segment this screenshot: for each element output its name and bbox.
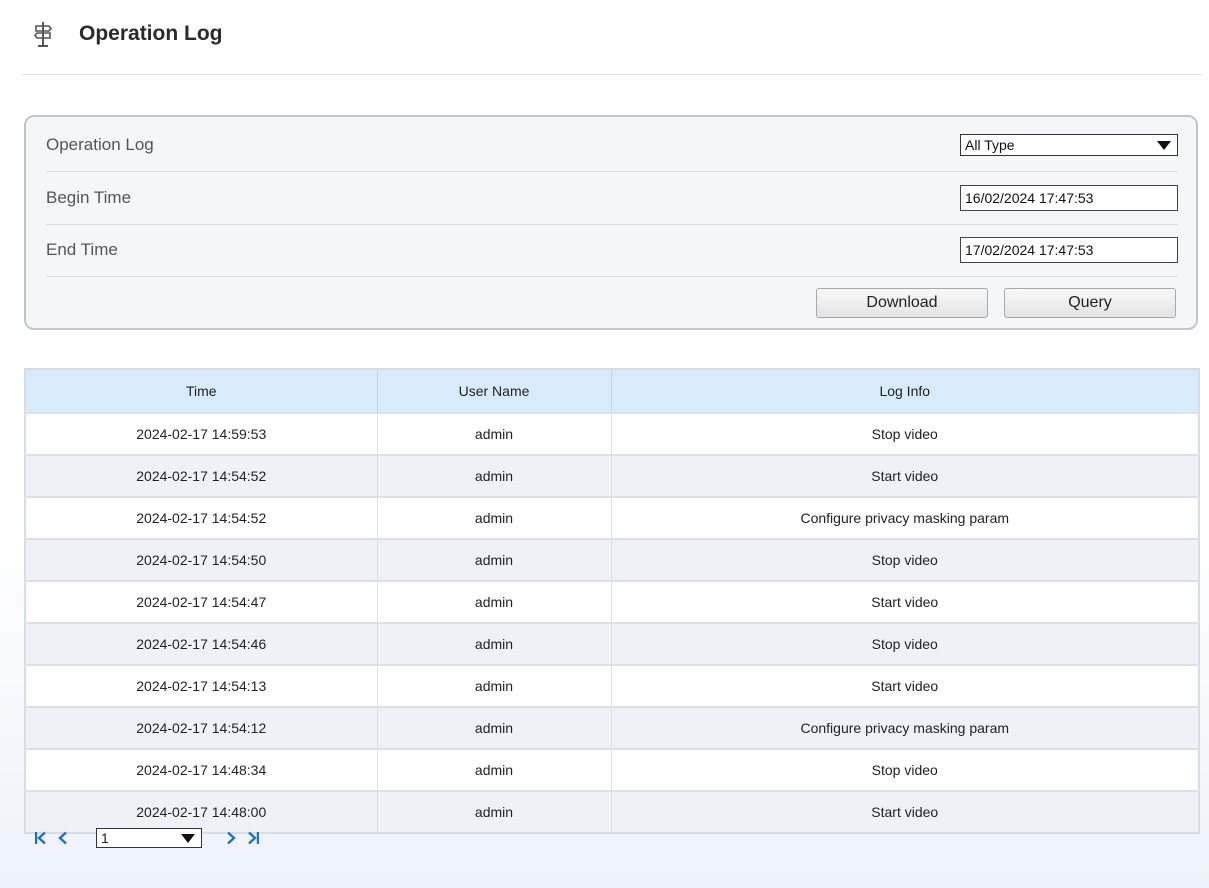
page-header: Operation Log xyxy=(33,14,1203,54)
dropdown-arrow-icon xyxy=(1157,140,1171,150)
user-name-cell: admin xyxy=(377,454,612,497)
table-row[interactable]: 2024-02-17 14:54:52 admin Start video xyxy=(25,454,1200,497)
log-info-cell: Stop video xyxy=(611,622,1200,665)
begin-time-label: Begin Time xyxy=(46,188,132,207)
user-name-cell: admin xyxy=(377,496,612,539)
user-name-cell: admin xyxy=(377,538,612,581)
table-row[interactable]: 2024-02-17 14:54:12 admin Configure privac… xyxy=(25,706,1200,749)
log-type-row: Operation Log All Type xyxy=(46,119,1178,172)
dropdown-arrow-icon xyxy=(181,833,195,843)
pagination: 1 xyxy=(30,823,264,853)
page-select[interactable]: 1 xyxy=(96,828,202,848)
log-table: Time User Name Log Info 2024-02-17 14:59… xyxy=(24,368,1200,834)
column-header-user-name[interactable]: User Name xyxy=(377,369,612,413)
log-type-label: Operation Log xyxy=(46,135,154,154)
table-row[interactable]: 2024-02-17 14:59:53 admin Stop video xyxy=(25,412,1200,455)
log-info-cell: Start video xyxy=(611,664,1200,707)
first-page-icon[interactable] xyxy=(30,827,52,849)
log-info-cell: Configure privacy masking param xyxy=(611,706,1200,749)
log-type-select[interactable]: All Type xyxy=(960,134,1178,156)
log-info-cell: Start video xyxy=(611,580,1200,623)
user-name-cell: admin xyxy=(377,622,612,665)
log-info-cell: Start video xyxy=(611,454,1200,497)
last-page-icon[interactable] xyxy=(242,827,264,849)
time-cell: 2024-02-17 14:54:12 xyxy=(25,706,378,749)
begin-time-row: Begin Time xyxy=(46,172,1178,225)
table-row[interactable]: 2024-02-17 14:54:52 admin Configure privac… xyxy=(25,496,1200,539)
user-name-cell: admin xyxy=(377,748,612,791)
end-time-label: End Time xyxy=(46,240,118,259)
table-row[interactable]: 2024-02-17 14:54:13 admin Start video xyxy=(25,664,1200,707)
time-cell: 2024-02-17 14:54:47 xyxy=(25,580,378,623)
user-name-cell: admin xyxy=(377,790,612,833)
time-cell: 2024-02-17 14:54:50 xyxy=(25,538,378,581)
column-header-time[interactable]: Time xyxy=(25,369,378,413)
end-time-input[interactable] xyxy=(960,237,1178,263)
table-row[interactable]: 2024-02-17 14:48:34 admin Stop video xyxy=(25,748,1200,791)
time-cell: 2024-02-17 14:54:46 xyxy=(25,622,378,665)
page-title: Operation Log xyxy=(79,22,223,45)
time-cell: 2024-02-17 14:59:53 xyxy=(25,412,378,455)
next-page-icon[interactable] xyxy=(220,827,242,849)
time-cell: 2024-02-17 14:54:13 xyxy=(25,664,378,707)
filter-panel: Operation Log All Type Begin Time End Ti… xyxy=(24,115,1198,330)
time-cell: 2024-02-17 14:54:52 xyxy=(25,454,378,497)
log-info-cell: Stop video xyxy=(611,538,1200,581)
time-cell: 2024-02-17 14:54:52 xyxy=(25,496,378,539)
download-button[interactable]: Download xyxy=(816,288,988,318)
action-buttons: Download Query xyxy=(816,288,1176,318)
user-name-cell: admin xyxy=(377,706,612,749)
column-header-log-info[interactable]: Log Info xyxy=(611,369,1200,413)
table-header-row: Time User Name Log Info xyxy=(25,369,1200,413)
log-info-cell: Stop video xyxy=(611,748,1200,791)
log-info-cell: Configure privacy masking param xyxy=(611,496,1200,539)
log-info-cell: Stop video xyxy=(611,412,1200,455)
user-name-cell: admin xyxy=(377,664,612,707)
table-row[interactable]: 2024-02-17 14:54:46 admin Stop video xyxy=(25,622,1200,665)
table-row[interactable]: 2024-02-17 14:54:47 admin Start video xyxy=(25,580,1200,623)
prev-page-icon[interactable] xyxy=(52,827,74,849)
page-select-value: 1 xyxy=(101,830,109,846)
log-type-value: All Type xyxy=(965,137,1015,153)
end-time-row: End Time xyxy=(46,224,1178,277)
user-name-cell: admin xyxy=(377,580,612,623)
table-row[interactable]: 2024-02-17 14:54:50 admin Stop video xyxy=(25,538,1200,581)
query-button[interactable]: Query xyxy=(1004,288,1176,318)
log-info-cell: Start video xyxy=(611,790,1200,833)
header-divider xyxy=(22,74,1202,75)
begin-time-input[interactable] xyxy=(960,185,1178,211)
signpost-icon xyxy=(33,22,53,47)
user-name-cell: admin xyxy=(377,412,612,455)
time-cell: 2024-02-17 14:48:34 xyxy=(25,748,378,791)
